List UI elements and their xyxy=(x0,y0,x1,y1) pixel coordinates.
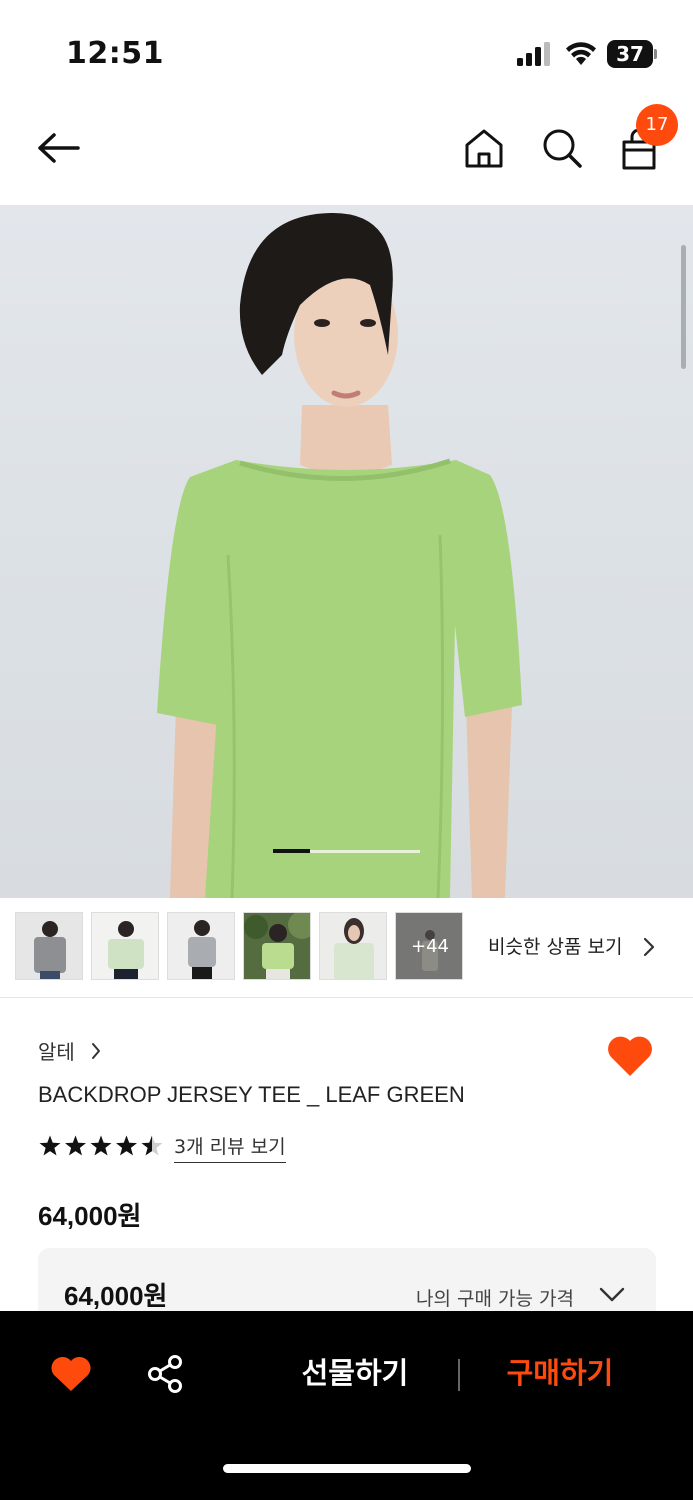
model-photo xyxy=(157,212,522,898)
product-name: BACKDROP JERSEY TEE _ LEAF GREEN xyxy=(38,1082,465,1107)
star-fill xyxy=(116,1135,137,1156)
carousel-progress xyxy=(273,849,420,853)
thumbnail-4[interactable] xyxy=(243,912,311,980)
product-image-carousel[interactable] xyxy=(0,205,693,898)
top-nav-bar: 17 xyxy=(0,100,693,205)
signal-icon xyxy=(517,42,550,66)
review-link[interactable]: 3개 리뷰 보기 xyxy=(174,1132,286,1163)
carousel-progress-fill xyxy=(273,849,310,853)
product-price: 64,000원 xyxy=(38,1201,142,1231)
buy-button[interactable]: 구매하기 xyxy=(470,1353,650,1393)
similar-products-link[interactable]: 비슷한 상품 보기 xyxy=(488,932,622,959)
heart-icon[interactable] xyxy=(50,1355,92,1393)
home-indicator[interactable] xyxy=(223,1464,471,1473)
star-fill xyxy=(39,1135,61,1156)
thumbnail-more-count: +44 xyxy=(396,913,462,979)
back-arrow-icon[interactable] xyxy=(34,128,84,168)
battery-icon: 37 xyxy=(607,40,657,68)
wifi-icon xyxy=(566,42,596,65)
search-icon[interactable] xyxy=(540,126,584,170)
thumbnail-5[interactable] xyxy=(319,912,387,980)
thumbnail-3[interactable] xyxy=(167,912,235,980)
share-icon[interactable] xyxy=(146,1354,184,1394)
star-fill xyxy=(65,1135,86,1156)
thumbnail-more[interactable]: +44 xyxy=(395,912,463,980)
bottom-action-bar: 선물하기 구매하기 xyxy=(0,1311,693,1500)
my-price-label: 나의 구매 가능 가격 xyxy=(416,1288,574,1310)
divider xyxy=(458,1359,460,1391)
chevron-down-icon[interactable] xyxy=(598,1286,626,1304)
star-fill xyxy=(90,1135,112,1156)
thumbnail-strip: +44 비슷한 상품 보기 xyxy=(0,898,693,998)
status-time: 12:51 xyxy=(66,36,164,71)
thumbnail-2[interactable] xyxy=(91,912,159,980)
status-bar: 12:51 37 xyxy=(0,0,693,100)
cart-count-badge: 17 xyxy=(636,104,678,146)
chevron-right-icon[interactable] xyxy=(642,936,656,958)
gift-button[interactable]: 선물하기 xyxy=(260,1353,450,1393)
chevron-right-icon[interactable] xyxy=(90,1042,102,1060)
my-price: 64,000원 xyxy=(64,1281,168,1311)
home-icon[interactable] xyxy=(462,126,506,170)
rating-stars xyxy=(39,1135,163,1156)
battery-level: 37 xyxy=(616,42,644,66)
brand-link[interactable]: 알테 xyxy=(38,1036,75,1065)
like-heart-icon[interactable] xyxy=(606,1034,654,1078)
page-scrollbar[interactable] xyxy=(681,245,686,369)
thumbnail-1[interactable] xyxy=(15,912,83,980)
